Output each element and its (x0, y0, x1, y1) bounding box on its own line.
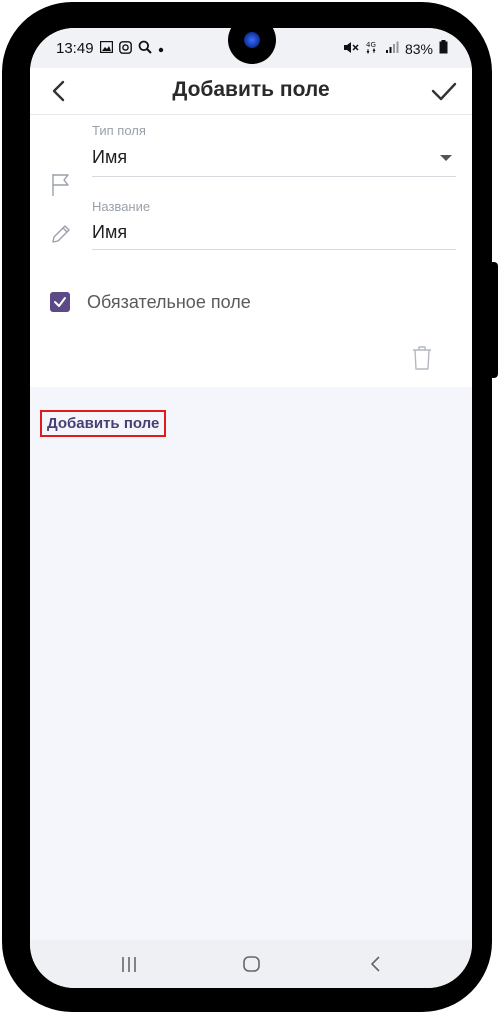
back-arrow-icon (371, 956, 380, 972)
nav-back-button[interactable] (364, 954, 388, 974)
battery-icon (439, 40, 448, 57)
dot-icon (158, 42, 164, 56)
check-icon (431, 82, 457, 101)
caret-down-icon[interactable] (440, 155, 452, 161)
status-left: 13:49 (56, 40, 164, 57)
recents-icon (122, 957, 136, 972)
flag-icon (50, 173, 72, 196)
mute-icon (343, 41, 359, 57)
confirm-button[interactable] (430, 78, 458, 104)
volume-up-button (4, 226, 14, 308)
svg-text:4G: 4G (366, 41, 376, 49)
image-icon (99, 40, 113, 56)
status-bar: 13:49 4G 83% (30, 28, 472, 68)
field-name-underline (92, 249, 456, 250)
home-icon (243, 956, 260, 972)
power-button (488, 262, 498, 378)
volume-down-button (4, 318, 14, 398)
screen: 13:49 4G 83% Добавить поле Тип поля Имя … (30, 28, 472, 988)
required-checkbox[interactable] (50, 292, 70, 312)
signal-icon (385, 41, 399, 57)
field-type-underline (92, 176, 456, 177)
field-type-label: Тип поля (92, 123, 146, 138)
pencil-icon (50, 223, 72, 245)
battery-percent: 83% (404, 40, 433, 57)
field-name-input[interactable]: Имя (92, 222, 127, 243)
checkmark-icon (54, 297, 66, 307)
delete-button[interactable] (411, 345, 433, 371)
field-type-select[interactable]: Имя (92, 147, 127, 168)
app-bar: Добавить поле (30, 68, 472, 115)
trash-icon (413, 346, 431, 370)
recent-apps-button[interactable] (117, 954, 141, 974)
system-nav-bar (30, 940, 472, 988)
4g-icon: 4G (365, 40, 379, 57)
status-right: 4G 83% (343, 40, 448, 57)
field-name-label: Название (92, 199, 151, 214)
status-time: 13:49 (56, 40, 94, 57)
field-form: Тип поля Имя Название Имя Обязательное п… (30, 115, 472, 387)
home-button[interactable] (240, 954, 264, 974)
search-icon (138, 40, 152, 57)
required-label[interactable]: Обязательное поле (87, 292, 251, 313)
front-camera (228, 28, 276, 64)
page-title: Добавить поле (172, 78, 330, 101)
add-field-button[interactable]: Добавить поле (40, 410, 167, 437)
instagram-icon (118, 40, 132, 57)
